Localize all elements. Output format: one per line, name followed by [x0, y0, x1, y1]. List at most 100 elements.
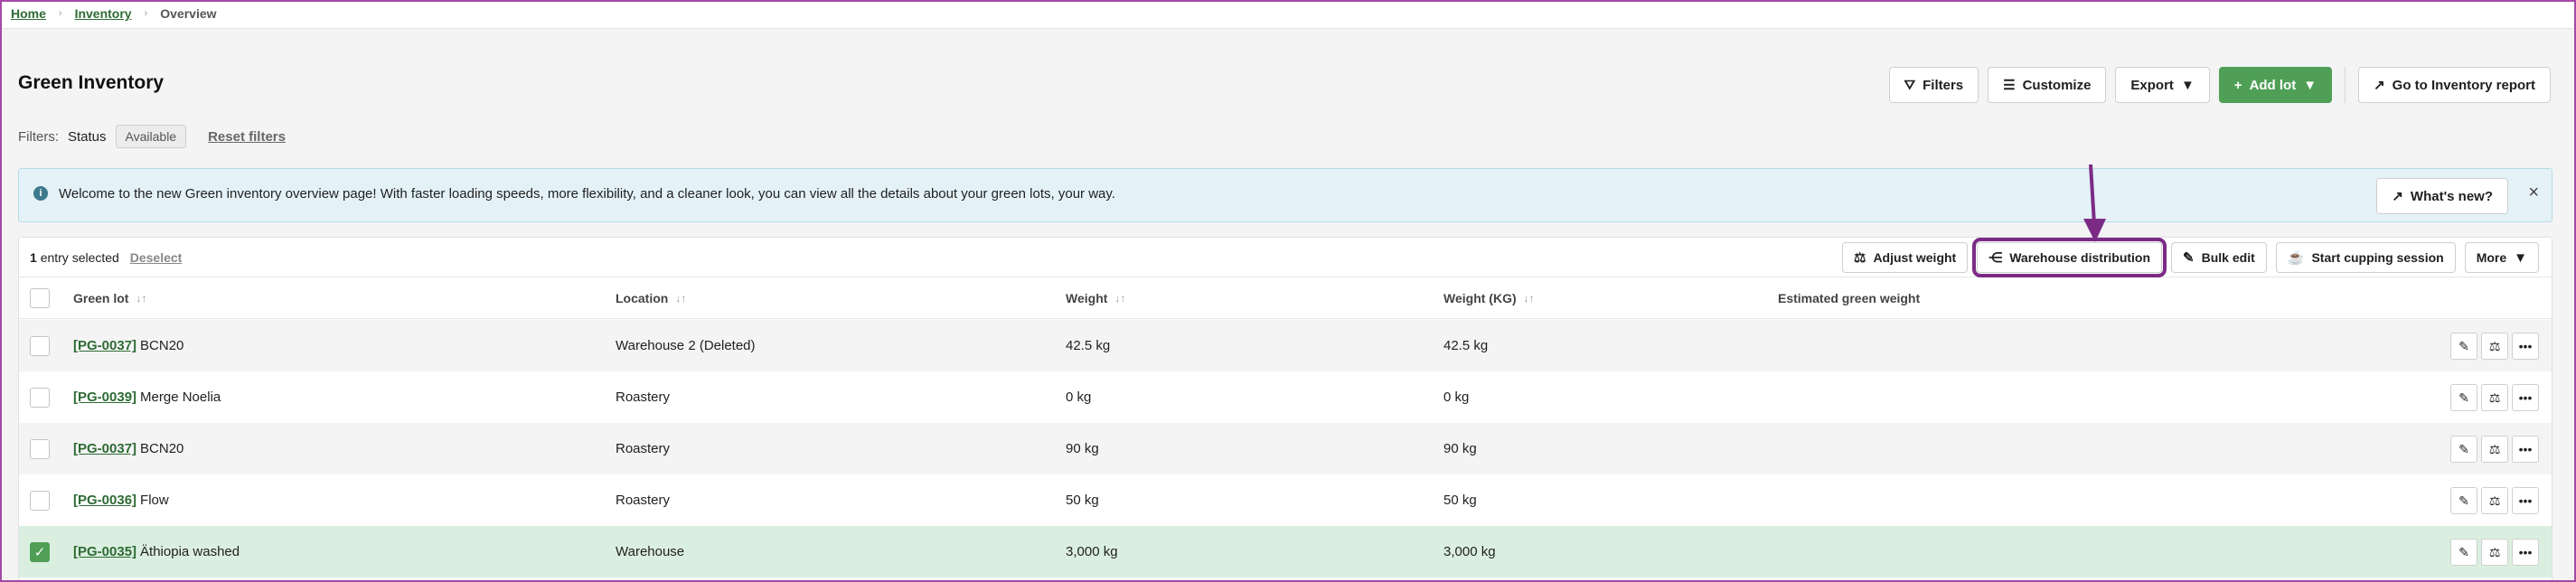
start-cupping-session-label: Start cupping session — [2311, 250, 2444, 265]
filters-button[interactable]: ⛛ Filters — [1888, 67, 1979, 103]
caret-down-icon: ▼ — [2303, 77, 2317, 93]
row-checkbox-cell — [30, 474, 50, 526]
sort-icon: ↓↑ — [136, 291, 147, 305]
location-cell: Warehouse 2 (Deleted) — [616, 338, 756, 353]
close-icon[interactable]: × — [2528, 183, 2539, 203]
export-button[interactable]: Export ▼ — [2115, 67, 2210, 103]
go-to-inventory-report-label: Go to Inventory report — [2392, 77, 2535, 93]
edit-icon[interactable]: ✎ — [2450, 436, 2477, 463]
plus-icon: + — [2233, 77, 2242, 93]
caret-down-icon: ▼ — [2180, 77, 2195, 93]
row-checkbox-checked[interactable]: ✓ — [30, 541, 50, 562]
table-row[interactable]: [PG-0036] Flow Roastery 50 kg 50 kg ✎ ⚖ … — [19, 474, 2552, 526]
lot-id-link[interactable]: [PG-0037] — [73, 338, 136, 353]
funnel-icon: ⛛ — [1904, 77, 1916, 93]
col-location-label: Location — [616, 290, 669, 305]
edit-icon[interactable]: ✎ — [2450, 539, 2477, 566]
col-green-lot[interactable]: Green lot ↓↑ — [73, 277, 146, 318]
location-cell: Warehouse — [616, 544, 685, 559]
row-checkbox[interactable] — [30, 335, 50, 356]
customize-button[interactable]: ☰ Customize — [1988, 67, 2107, 103]
more-options-icon[interactable]: ••• — [2512, 384, 2539, 411]
external-link-icon: ↗ — [2374, 77, 2385, 93]
lot-id-link[interactable]: [PG-0039] — [73, 390, 136, 405]
table-row[interactable]: ✓ [PG-0035] Äthiopia washed Warehouse 3,… — [19, 526, 2552, 577]
info-banner: i Welcome to the new Green inventory ove… — [18, 168, 2552, 222]
row-checkbox-cell: ✓ — [30, 526, 50, 577]
table-row[interactable]: [PG-0037] BCN20 Warehouse 2 (Deleted) 42… — [19, 320, 2552, 371]
col-weight-label: Weight — [1066, 290, 1108, 305]
page-title: Green Inventory — [18, 72, 165, 93]
col-location[interactable]: Location ↓↑ — [616, 277, 686, 318]
table-row[interactable]: [PG-0037] BCN20 Roastery 90 kg 90 kg ✎ ⚖… — [19, 423, 2552, 474]
edit-icon[interactable]: ✎ — [2450, 333, 2477, 360]
start-cupping-session-button[interactable]: ☕ Start cupping session — [2275, 242, 2456, 273]
adjust-weight-icon[interactable]: ⚖ — [2481, 333, 2508, 360]
lot-id-link[interactable]: [PG-0036] — [73, 493, 136, 508]
more-options-icon[interactable]: ••• — [2512, 539, 2539, 566]
adjust-weight-icon[interactable]: ⚖ — [2481, 384, 2508, 411]
sort-icon: ↓↑ — [1523, 291, 1535, 305]
edit-icon[interactable]: ✎ — [2450, 487, 2477, 514]
more-options-icon[interactable]: ••• — [2512, 436, 2539, 463]
edit-icon[interactable]: ✎ — [2450, 384, 2477, 411]
add-lot-button[interactable]: + Add lot ▼ — [2218, 67, 2333, 103]
reset-filters-link[interactable]: Reset filters — [208, 129, 286, 145]
breadcrumb-separator: › — [58, 8, 62, 19]
adjust-weight-icon[interactable]: ⚖ — [2481, 436, 2508, 463]
weight-kg-cell: 3,000 kg — [1443, 544, 1496, 559]
more-options-icon[interactable]: ••• — [2512, 487, 2539, 514]
row-checkbox[interactable] — [30, 387, 50, 408]
row-checkbox[interactable] — [30, 490, 50, 511]
col-weight[interactable]: Weight ↓↑ — [1066, 277, 1125, 318]
location-cell: Roastery — [616, 441, 671, 456]
go-to-inventory-report-button[interactable]: ↗ Go to Inventory report — [2358, 67, 2551, 103]
weight-cell: 0 kg — [1066, 390, 1092, 405]
col-weight-kg[interactable]: Weight (KG) ↓↑ — [1443, 277, 1535, 318]
sort-icon: ↓↑ — [675, 291, 687, 305]
breadcrumb-current: Overview — [160, 6, 217, 21]
info-icon: i — [33, 186, 48, 201]
whats-new-button[interactable]: ↗ What's new? — [2376, 178, 2508, 214]
select-all-checkbox[interactable] — [30, 287, 50, 308]
lot-name: Äthiopia washed — [140, 544, 240, 559]
filters-button-label: Filters — [1923, 77, 1964, 93]
weight-cell: 42.5 kg — [1066, 338, 1111, 353]
more-button[interactable]: More ▼ — [2464, 242, 2539, 273]
row-checkbox[interactable] — [30, 438, 50, 459]
bulk-actions: ⚖ Adjust weight ⋲ Warehouse distribution… — [1841, 238, 2539, 277]
annotation-arrow-icon — [2083, 164, 2106, 242]
green-lot-cell: [PG-0039] Merge Noelia — [73, 371, 221, 423]
adjust-weight-icon[interactable]: ⚖ — [2481, 539, 2508, 566]
bulk-edit-button[interactable]: ✎ Bulk edit — [2171, 242, 2267, 273]
row-actions: ✎ ⚖ ••• — [2450, 384, 2539, 411]
adjust-weight-icon[interactable]: ⚖ — [2481, 487, 2508, 514]
filter-status-chip[interactable]: Available — [115, 125, 187, 148]
sliders-icon: ☰ — [2003, 77, 2016, 93]
cup-icon: ☕ — [2287, 249, 2305, 266]
filters-label: Filters: — [18, 128, 59, 145]
lot-name: Flow — [140, 493, 169, 508]
breadcrumb-inventory[interactable]: Inventory — [75, 6, 132, 21]
weight-kg-cell: 50 kg — [1443, 493, 1477, 508]
more-options-icon[interactable]: ••• — [2512, 333, 2539, 360]
breadcrumb-home[interactable]: Home — [11, 6, 46, 21]
row-checkbox-cell — [30, 371, 50, 423]
table-row[interactable]: [PG-0039] Merge Noelia Roastery 0 kg 0 k… — [19, 371, 2552, 423]
row-actions: ✎ ⚖ ••• — [2450, 333, 2539, 360]
col-weight-kg-label: Weight (KG) — [1443, 290, 1517, 305]
whats-new-label: What's new? — [2410, 188, 2493, 204]
adjust-weight-button[interactable]: ⚖ Adjust weight — [1841, 242, 1969, 273]
external-link-icon: ↗ — [2392, 188, 2403, 204]
row-actions: ✎ ⚖ ••• — [2450, 436, 2539, 463]
green-lot-cell: [PG-0037] BCN20 — [73, 423, 183, 474]
table-header: Green lot ↓↑ Location ↓↑ Weight ↓↑ Weigh… — [19, 277, 2552, 319]
page-toolbar: ⛛ Filters ☰ Customize Export ▼ + Add lot… — [1888, 67, 2551, 103]
lot-id-link[interactable]: [PG-0037] — [73, 441, 136, 456]
lot-id-link[interactable]: [PG-0035] — [73, 544, 136, 559]
deselect-link[interactable]: Deselect — [130, 250, 183, 265]
banner-message: Welcome to the new Green inventory overv… — [59, 186, 1115, 202]
lot-name: Merge Noelia — [140, 390, 221, 405]
export-button-label: Export — [2130, 77, 2174, 93]
warehouse-distribution-button[interactable]: ⋲ Warehouse distribution — [1972, 238, 2167, 277]
